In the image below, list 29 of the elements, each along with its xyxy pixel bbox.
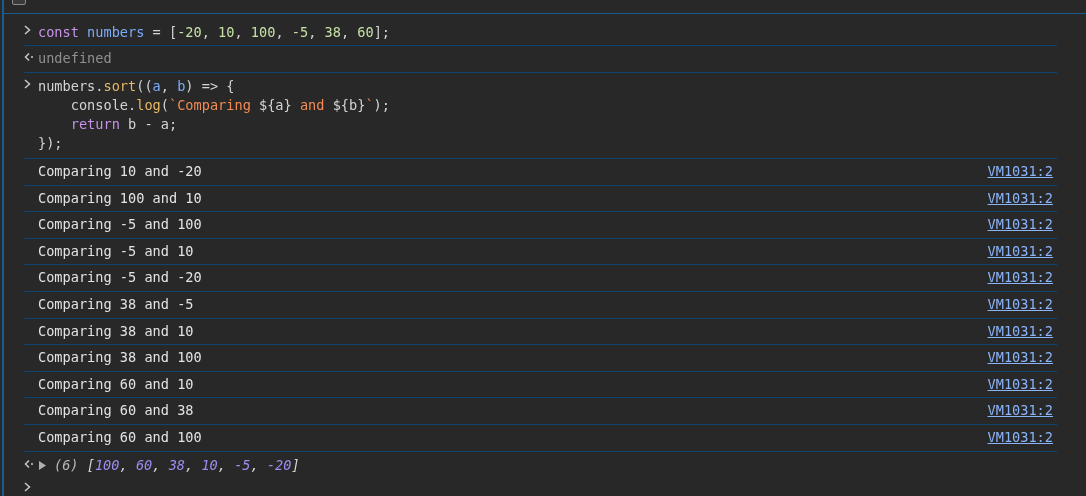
source-link[interactable]: VM1031:2 [987,348,1053,368]
code-line: numbers.sort((a, b) => { [38,77,236,96]
source-link[interactable]: VM1031:2 [987,268,1053,288]
source-link[interactable]: VM1031:2 [987,162,1053,181]
log-message: Comparing 10 and -20 [38,162,202,181]
log-message: Comparing 60 and 10 [38,374,194,394]
code-line: return b - a; [69,115,179,134]
source-link[interactable]: VM1031:2 [987,374,1053,394]
log-message: Comparing 38 and 10 [38,321,194,341]
source-link[interactable]: VM1031:2 [987,321,1053,341]
result-value: undefined [38,49,112,68]
source-link[interactable]: VM1031:2 [987,241,1053,261]
result-array[interactable]: (6) [100, 60, 38, 10, -5, -20] [54,455,300,475]
log-message: Comparing 38 and -5 [38,294,194,314]
log-message: Comparing -5 and 10 [38,241,194,261]
code-line: const numbers = [-20, 10, 100, -5, 38, 60]; [38,23,391,42]
source-link[interactable]: VM1031:2 [987,294,1053,314]
code-line: console.log(`Comparing ${a} and ${b}`); [69,96,390,115]
log-message: Comparing 100 and 10 [38,188,202,208]
log-message: Comparing 60 and 100 [38,427,202,447]
log-message: Comparing 38 and 100 [38,348,202,368]
log-message: Comparing -5 and -20 [38,268,202,288]
source-link[interactable]: VM1031:2 [987,215,1053,235]
source-link[interactable]: VM1031:2 [987,427,1053,447]
code-line: }); [38,134,64,153]
source-link[interactable]: VM1031:2 [987,188,1053,208]
log-message: Comparing 60 and 38 [38,401,194,421]
log-message: Comparing -5 and 100 [38,215,202,235]
source-link[interactable]: VM1031:2 [987,401,1053,421]
